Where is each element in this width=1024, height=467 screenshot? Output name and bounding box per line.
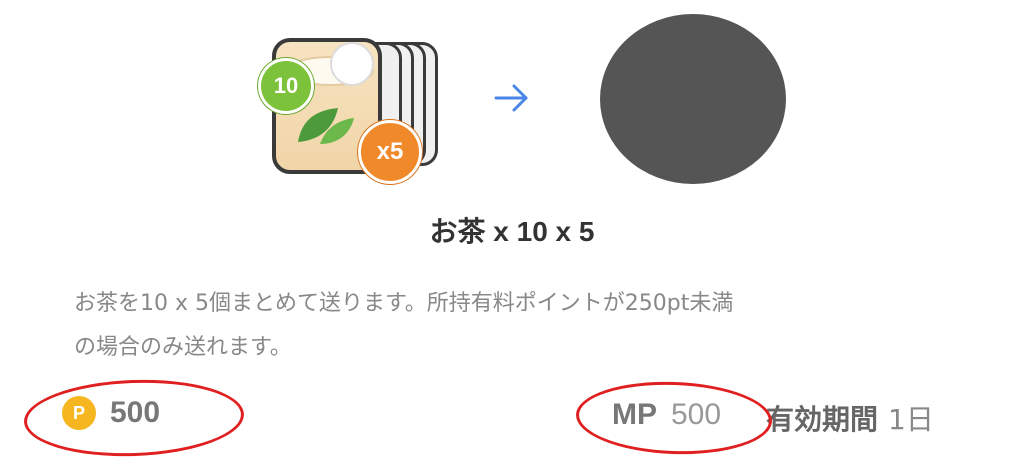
- description-line: の場合のみ送れます。: [74, 335, 292, 360]
- gift-title: お茶 x 10 x 5: [429, 216, 595, 247]
- gift-description: お茶を10 x 5個まとめて送ります。所持有料ポイントが250pt未満 の場合の…: [74, 282, 974, 370]
- annotation-circle-mp: [574, 378, 774, 458]
- gift-detail-panel: 10 x5 お茶 x 10 x 5 お茶を10 x 5個まとめて送ります。所持有…: [0, 0, 1024, 467]
- steam-icon: [330, 42, 374, 86]
- arrow-right-icon: [494, 84, 528, 112]
- validity-value: 1日: [888, 403, 934, 436]
- count-badge: 10: [258, 58, 314, 114]
- validity-label: 有効期間: [766, 403, 879, 436]
- validity-info: 有効期間 1日: [766, 398, 934, 438]
- tea-leaf-icon: [298, 108, 354, 144]
- description-line: お茶を10 x 5個まとめて送ります。所持有料ポイントが250pt未満: [74, 291, 734, 316]
- avatar: [600, 14, 786, 184]
- tea-cup-stack-icon: 10 x5: [258, 28, 438, 184]
- multiplier-badge: x5: [358, 120, 422, 184]
- annotation-circle-price: [22, 376, 246, 460]
